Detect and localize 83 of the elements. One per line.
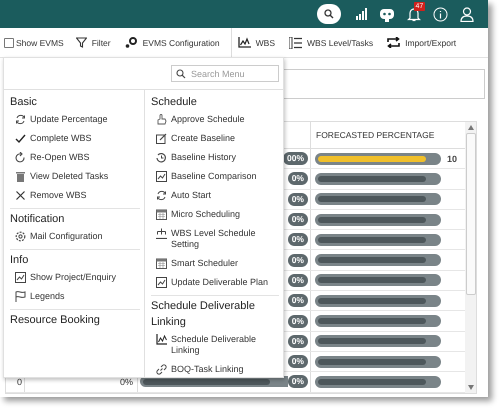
menu-icon <box>156 258 167 269</box>
toolbar-button[interactable]: Filter <box>76 37 111 48</box>
menu-item[interactable]: View Deleted Tasks <box>10 167 140 186</box>
menu-item[interactable]: Legends <box>10 287 140 306</box>
menu-item[interactable]: Micro Scheduling <box>151 205 279 224</box>
menu-item[interactable]: Create Baseline <box>151 129 279 148</box>
toolbar-button[interactable]: EVMS Configuration <box>124 37 220 48</box>
progress-label: 0% <box>288 213 308 226</box>
menu-item[interactable]: Update Deliverable Plan <box>151 273 279 292</box>
section-title: Resource Booking <box>10 313 101 328</box>
menu-item[interactable]: Smart Scheduler <box>151 254 279 273</box>
progress-label: 10 <box>447 154 458 164</box>
progress-label: 0% <box>288 375 308 388</box>
section-title: Basic <box>10 95 38 110</box>
search-field[interactable]: Search Menu <box>171 65 279 82</box>
show-evms-checkbox[interactable]: Show EVMS <box>4 38 64 48</box>
menu-item[interactable]: Baseline Comparison <box>151 167 279 186</box>
signal-icon[interactable] <box>355 8 367 20</box>
menu-icon <box>15 133 26 144</box>
menu-item[interactable]: Show Project/Enquiry <box>10 268 140 287</box>
info-icon[interactable] <box>433 6 448 22</box>
table-cell: 0 <box>16 376 22 387</box>
section-title: Schedule <box>151 95 198 110</box>
toolbar-button[interactable]: Import/Export <box>387 37 456 48</box>
menu-icon <box>15 114 26 125</box>
menu-icon <box>156 114 167 125</box>
user-icon[interactable] <box>460 6 474 22</box>
search-button[interactable] <box>317 4 341 24</box>
search-icon <box>176 68 186 78</box>
menu-icon <box>15 272 26 283</box>
progress-label: 0% <box>288 172 308 186</box>
progress-label: 0% <box>288 233 308 246</box>
line-chart-icon <box>238 37 251 48</box>
search-icon <box>324 9 334 19</box>
menu-icon <box>156 190 167 201</box>
progress-label: 0% <box>288 192 308 206</box>
menu-item[interactable]: Mail Configuration <box>10 227 140 246</box>
scrollbar[interactable] <box>465 122 476 393</box>
menu-icon <box>15 291 26 302</box>
progress-label: 00% <box>282 152 308 166</box>
bell-icon[interactable] <box>407 6 421 22</box>
exchange-icon <box>387 37 400 48</box>
filter-icon <box>76 37 87 48</box>
table-cell: 0% <box>120 376 133 387</box>
menu-icon <box>156 152 167 163</box>
column-header[interactable]: FORECASTED PERCENTAGE <box>311 122 466 148</box>
toolbar-button[interactable]: WBS Level/Tasks <box>289 36 374 48</box>
menu-icon <box>156 277 167 288</box>
progress-label: 0% <box>288 274 308 287</box>
list-icon <box>289 36 302 48</box>
progress-label: 0% <box>288 294 308 308</box>
robot-icon[interactable] <box>379 6 395 22</box>
gears-icon <box>124 37 138 48</box>
menu-item[interactable]: Complete WBS <box>10 129 140 148</box>
menu-item[interactable]: Re-Open WBS <box>10 148 140 167</box>
menu-item[interactable]: Approve Schedule <box>151 110 279 129</box>
menu-icon <box>156 133 167 144</box>
menu-icon <box>156 171 167 182</box>
progress-label: 0% <box>288 355 308 368</box>
menu-icon <box>156 364 167 375</box>
progress-label: 0% <box>288 314 308 328</box>
menu-item[interactable]: Baseline History <box>151 148 279 167</box>
section-title: Schedule Deliverable Linking <box>151 299 256 330</box>
up-arrow-icon[interactable] <box>468 125 474 130</box>
down-arrow-icon[interactable] <box>468 384 474 390</box>
menu-item[interactable]: WBS Level Schedule Setting <box>151 224 279 254</box>
section-title: Info <box>10 253 30 268</box>
menu-item[interactable]: BOQ-Task Linking <box>151 360 279 379</box>
section-title: Notification <box>10 212 66 227</box>
menu-item[interactable]: Remove WBS <box>10 186 140 205</box>
menu-icon <box>15 190 26 201</box>
menu-icon <box>156 209 167 220</box>
menu-icon <box>15 152 26 163</box>
menu-item[interactable]: Update Percentage <box>10 110 140 129</box>
menu-item[interactable]: Auto Start <box>151 186 279 205</box>
menu-icon <box>156 334 167 345</box>
menu-icon <box>156 228 167 239</box>
progress-label: 0% <box>288 254 308 267</box>
menu-item[interactable]: Schedule Deliverable Linking <box>151 330 279 360</box>
progress-label: 0% <box>288 334 308 348</box>
menu-icon <box>15 171 26 182</box>
toolbar-button[interactable]: WBS <box>238 37 275 48</box>
menu-icon <box>15 231 26 242</box>
